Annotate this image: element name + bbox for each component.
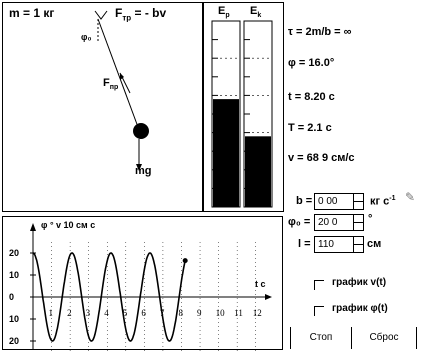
velocity-readout: v = 68 9 см/с — [288, 152, 355, 164]
x-tick-labels: 1 2 3 4 5 6 7 8 9 10 11 12 — [49, 308, 262, 318]
tension-force-label: Fпр — [103, 77, 119, 92]
length-label: l = — [298, 238, 311, 250]
tau-readout: τ = 2m/b = ∞ — [288, 26, 352, 38]
reset-button[interactable]: Сброс — [356, 328, 412, 348]
length-spinner[interactable] — [354, 236, 364, 253]
simulation-panel: m = 1 кг Fтр = - bv φ₀ Fпр mg — [2, 2, 203, 212]
energy-panel: Ep Ek — [203, 2, 284, 212]
damping-unit: кг с-1 — [370, 195, 396, 208]
x-tick-label: 11 — [234, 308, 243, 318]
kinetic-energy-bar — [245, 136, 271, 207]
gravity-label: mg — [135, 165, 152, 177]
t-axis-label: t с — [255, 279, 266, 289]
x-tick-label: 4 — [104, 308, 109, 318]
stop-button[interactable]: Стоп — [296, 328, 346, 348]
x-tick-label: 6 — [141, 308, 146, 318]
potential-energy-bar — [213, 99, 239, 207]
pendulum-bob — [133, 123, 149, 139]
button-divider-left — [290, 327, 291, 349]
pendulum-string — [97, 18, 139, 128]
period-readout: T = 2.1 с — [288, 122, 332, 134]
initial-angle-input[interactable]: 20 0 — [314, 214, 354, 231]
angle-readout: φ = 16.0° — [288, 57, 335, 69]
y-tick-label: 10 — [9, 314, 19, 324]
y-tick-label: 20 — [9, 248, 19, 258]
damping-spinner[interactable] — [354, 193, 364, 210]
angle-graph-label: график φ(t) — [332, 303, 388, 314]
damping-label: b = — [296, 195, 313, 207]
x-tick-label: 9 — [197, 308, 202, 318]
x-tick-label: 3 — [86, 308, 91, 318]
x-tick-label: 10 — [216, 308, 226, 318]
x-tick-label: 2 — [67, 308, 72, 318]
energy-bars — [211, 20, 273, 208]
y-tick-label: 20 — [9, 336, 19, 346]
button-divider-mid — [351, 327, 352, 349]
current-point — [182, 258, 188, 264]
angle-graph-checkbox[interactable] — [314, 306, 324, 316]
initial-angle-unit: ° — [368, 213, 373, 225]
velocity-graph-label: график v(t) — [332, 277, 387, 288]
x-axis-arrowhead — [265, 294, 272, 300]
pendulum-canvas — [94, 10, 149, 171]
initial-angle-label: φ₀ — [81, 32, 92, 42]
y-tick-labels: 20 10 0 10 20 — [9, 248, 36, 346]
mass-label: m = 1 кг — [9, 6, 55, 20]
wrench-icon[interactable]: ✎ — [405, 190, 415, 204]
length-input[interactable]: 110 — [314, 236, 354, 253]
graph-header: φ ° v 10 см с — [41, 220, 96, 230]
x-tick-label: 1 — [49, 308, 54, 318]
phi-time-graph: 1 2 3 4 5 6 7 8 9 10 11 12 201001020 — [9, 223, 272, 351]
initial-angle-spinner[interactable] — [354, 214, 364, 231]
graph-panel: 1 2 3 4 5 6 7 8 9 10 11 12 20 10 0 10 20 φ ° v 10 см с … — [2, 216, 283, 351]
velocity-graph-checkbox[interactable] — [314, 280, 324, 290]
x-tick-label: 12 — [253, 308, 262, 318]
button-divider-right — [416, 327, 417, 349]
time-readout: t = 8.20 с — [288, 91, 335, 103]
y-axis-arrowhead — [30, 223, 36, 231]
y-tick-label: 0 — [9, 292, 14, 302]
length-unit: см — [367, 238, 382, 250]
damping-input[interactable]: 0 00 — [314, 193, 354, 210]
friction-formula: Fтр = - bv — [115, 6, 167, 23]
initial-angle-control-label: φ₀ = — [288, 216, 311, 228]
y-tick-label: 10 — [9, 270, 19, 280]
x-tick-label: 8 — [178, 308, 183, 318]
pivot-mount — [94, 10, 108, 20]
